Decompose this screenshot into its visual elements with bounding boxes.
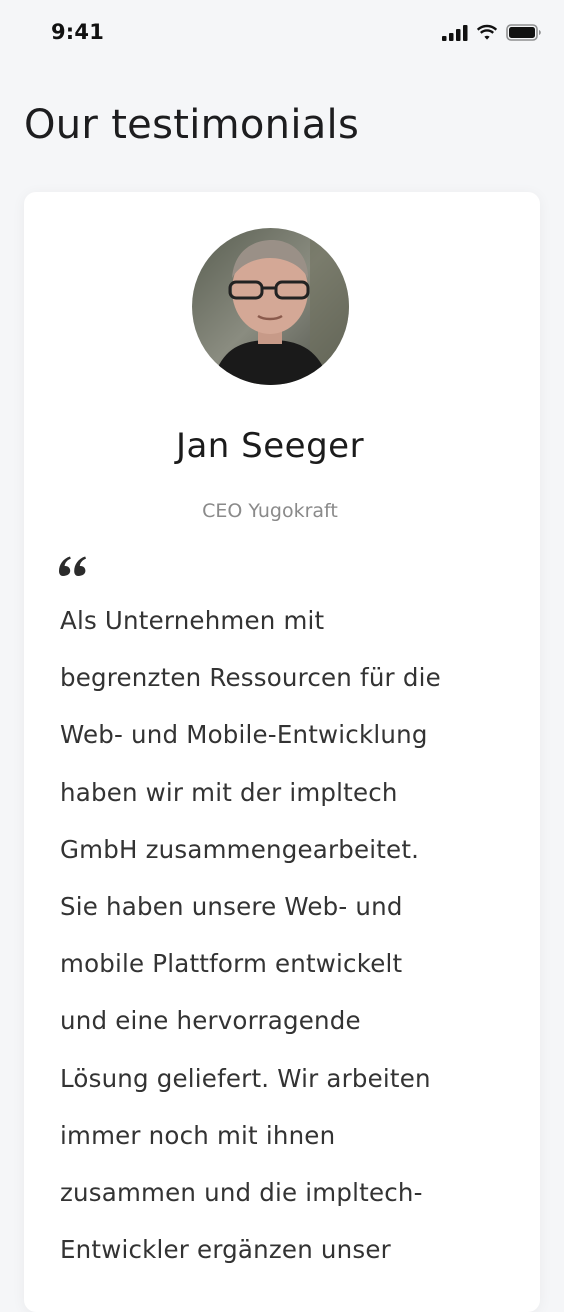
testimonial-quote: Als Unternehmen mit begrenzten Ressource… [60, 592, 500, 1278]
avatar [192, 228, 349, 385]
quote-line: mobile Plattform entwickelt [60, 949, 403, 979]
quote-line: begrenzten Ressourcen für die [60, 663, 441, 693]
quote-line: GmbH zusammengearbeitet. [60, 834, 420, 864]
testimonial-card: Jan Seeger CEO Yugokraft Als Unternehmen… [24, 192, 540, 1312]
quote-line: haben wir mit der impltech [60, 777, 398, 807]
status-icons [442, 24, 542, 41]
quote-line: immer noch mit ihnen [60, 1120, 336, 1150]
battery-icon [506, 24, 541, 41]
quote-line: zusammen und die impltech- [60, 1178, 423, 1208]
quote-icon [59, 556, 86, 576]
page-title: Our testimonials [24, 102, 360, 148]
quote-line: Sie haben unsere Web- und [60, 892, 403, 922]
status-bar: 9:41 [0, 0, 564, 70]
cellular-signal-icon [442, 24, 468, 41]
quote-line: Lösung geliefert. Wir arbeiten [60, 1063, 431, 1093]
person-name: Jan Seeger [175, 426, 365, 466]
quote-line: und eine hervorragende [60, 1006, 361, 1036]
quote-line: Als Unternehmen mit [60, 606, 325, 635]
wifi-icon [476, 24, 498, 40]
person-role: CEO Yugokraft [202, 500, 338, 522]
status-time: 9:41 [51, 20, 105, 44]
quote-line: Entwickler ergänzen unser [60, 1235, 391, 1265]
quote-line: Web- und Mobile-Entwicklung [60, 720, 428, 750]
